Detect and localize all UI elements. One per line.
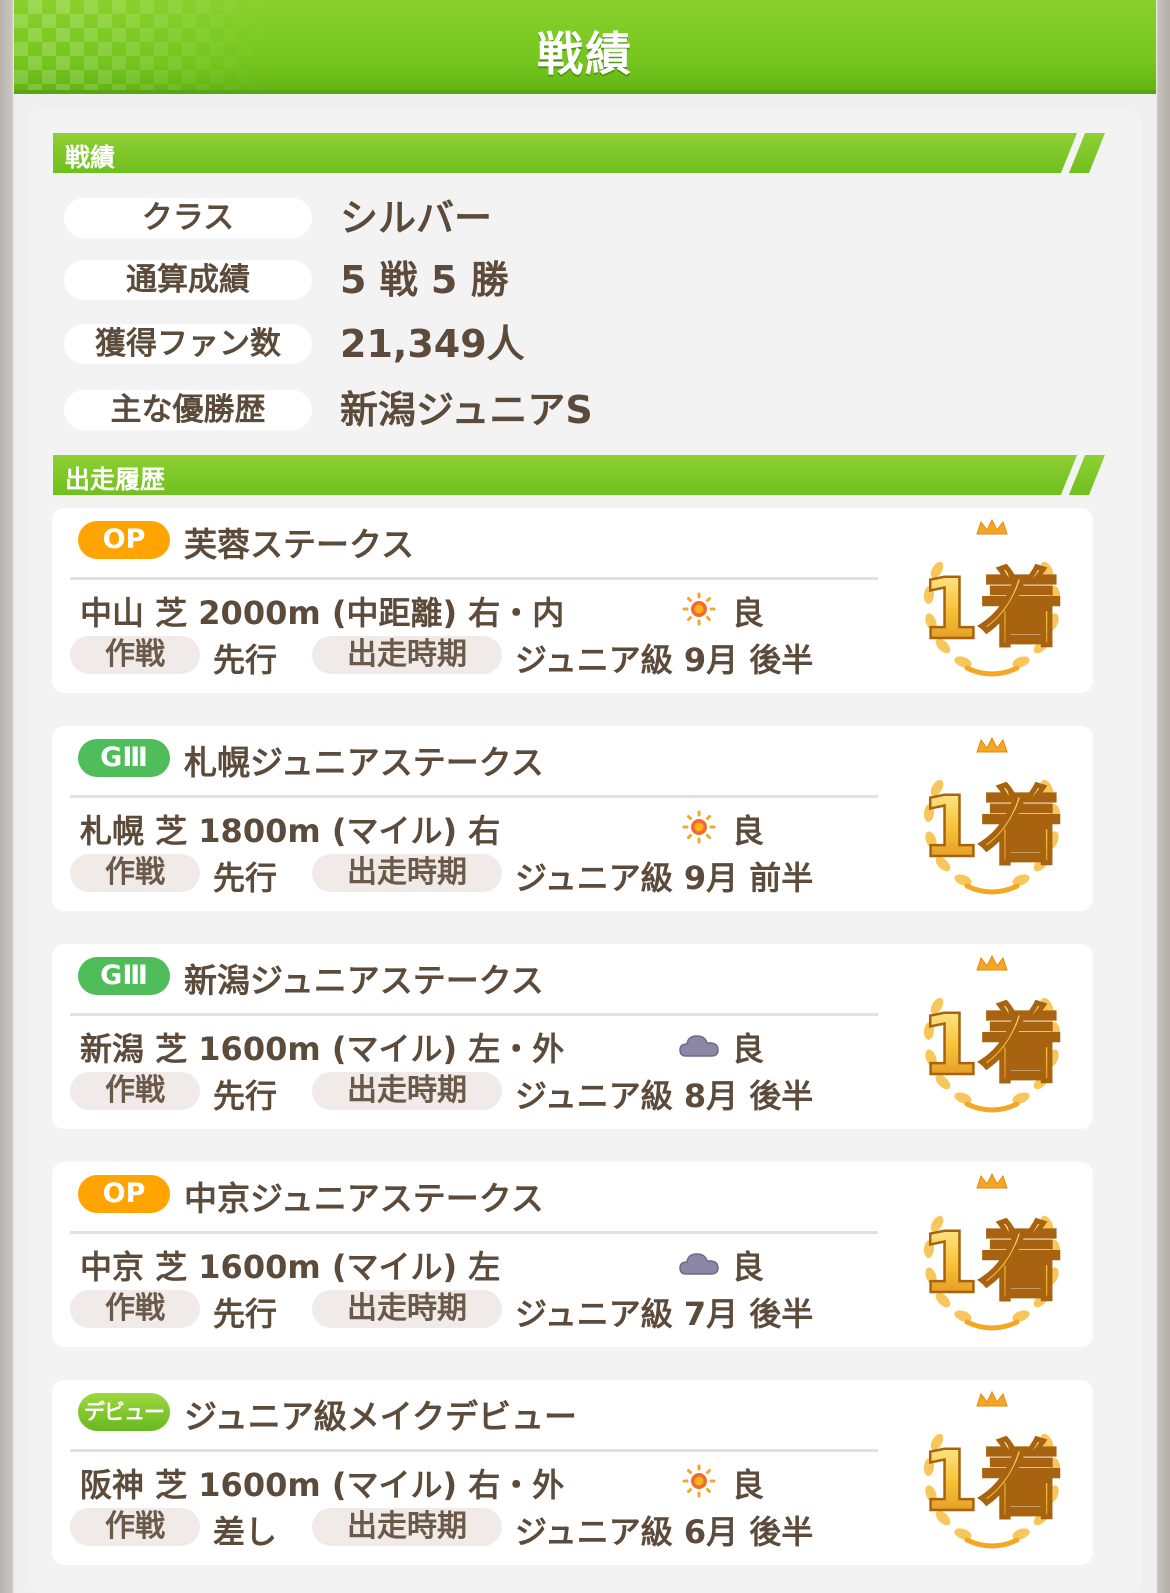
- section-label: 出走履歴: [65, 465, 166, 494]
- ground-condition: 良: [732, 812, 765, 850]
- tactic-label: 作戦: [70, 854, 200, 892]
- first-place-medal-icon: 1着: [920, 954, 1064, 1113]
- divider: [70, 795, 878, 798]
- result-text: 1着: [921, 996, 1063, 1094]
- info-row-main-wins: 主な優勝歴 新潟ジュニアS: [64, 388, 764, 434]
- info-key: 通算成績: [64, 260, 312, 300]
- info-value: シルバー: [340, 196, 493, 240]
- grade-badge: GⅢ: [78, 957, 170, 995]
- period-value: ジュニア級 7月 後半: [515, 1295, 814, 1333]
- period-value: ジュニア級 8月 後半: [515, 1077, 814, 1115]
- ground-condition: 良: [732, 1466, 765, 1504]
- info-row-total-record: 通算成績 5 戦 5 勝: [64, 258, 764, 304]
- first-place-medal-icon: 1着: [920, 1172, 1064, 1331]
- info-value: 21,349人: [340, 322, 525, 366]
- first-place-medal-icon: 1着: [920, 518, 1064, 677]
- period-label: 出走時期: [312, 636, 502, 674]
- period-label: 出走時期: [312, 1290, 502, 1328]
- first-place-medal-icon: 1着: [920, 1390, 1064, 1549]
- info-row-fans: 獲得ファン数 21,349人: [64, 322, 764, 368]
- grade-badge: デビュー: [78, 1393, 170, 1431]
- race-name: 芙蓉ステークス: [184, 525, 415, 564]
- period-value: ジュニア級 9月 前半: [515, 859, 814, 897]
- race-name: ジュニア級メイクデビュー: [184, 1397, 578, 1436]
- cloud-icon: [679, 1035, 719, 1057]
- info-key: 獲得ファン数: [64, 324, 312, 364]
- info-row-class: クラス シルバー: [64, 196, 764, 242]
- course-info: 札幌 芝 1800m (マイル) 右: [80, 812, 501, 850]
- tactic-value: 先行: [213, 859, 278, 897]
- section-label: 戦績: [65, 143, 116, 172]
- title-bar: 戦績: [14, 0, 1156, 94]
- info-key: 主な優勝歴: [64, 390, 312, 430]
- tactic-label: 作戦: [70, 1290, 200, 1328]
- result-text: 1着: [921, 1432, 1063, 1530]
- info-value: 5 戦 5 勝: [340, 258, 509, 302]
- info-value: 新潟ジュニアS: [340, 388, 593, 432]
- ground-condition: 良: [732, 594, 765, 632]
- page-title: 戦績: [537, 27, 633, 81]
- period-value: ジュニア級 6月 後半: [515, 1513, 814, 1551]
- history-section-header: 出走履歴: [53, 455, 1105, 495]
- divider: [70, 577, 878, 580]
- course-info: 中山 芝 2000m (中距離) 右・内: [80, 594, 565, 632]
- sun-icon: [682, 1464, 716, 1498]
- grade-badge: OP: [78, 1175, 170, 1213]
- tactic-label: 作戦: [70, 636, 200, 674]
- race-name: 札幌ジュニアステークス: [184, 743, 544, 782]
- course-info: 阪神 芝 1600m (マイル) 右・外: [80, 1466, 565, 1504]
- info-key: クラス: [64, 198, 312, 238]
- record-section-header: 戦績: [53, 133, 1105, 173]
- course-info: 中京 芝 1600m (マイル) 左: [80, 1248, 501, 1286]
- race-name: 中京ジュニアステークス: [184, 1179, 544, 1218]
- result-text: 1着: [921, 778, 1063, 876]
- course-info: 新潟 芝 1600m (マイル) 左・外: [80, 1030, 565, 1068]
- sun-icon: [682, 810, 716, 844]
- race-name: 新潟ジュニアステークス: [184, 961, 544, 1000]
- period-label: 出走時期: [312, 854, 502, 892]
- race-card[interactable]: GⅢ 新潟ジュニアステークス 新潟 芝 1600m (マイル) 左・外 良 作戦…: [52, 944, 1093, 1129]
- tactic-value: 差し: [213, 1513, 278, 1551]
- race-card[interactable]: GⅢ 札幌ジュニアステークス 札幌 芝 1800m (マイル) 右 良 作戦 先…: [52, 726, 1093, 911]
- race-card[interactable]: デビュー ジュニア級メイクデビュー 阪神 芝 1600m (マイル) 右・外 良…: [52, 1380, 1093, 1565]
- grade-badge: GⅢ: [78, 739, 170, 777]
- first-place-medal-icon: 1着: [920, 736, 1064, 895]
- ground-condition: 良: [732, 1248, 765, 1286]
- cloud-icon: [679, 1253, 719, 1275]
- tactic-value: 先行: [213, 1077, 278, 1115]
- period-label: 出走時期: [312, 1508, 502, 1546]
- period-value: ジュニア級 9月 後半: [515, 641, 814, 679]
- tactic-label: 作戦: [70, 1072, 200, 1110]
- period-label: 出走時期: [312, 1072, 502, 1110]
- tactic-value: 先行: [213, 1295, 278, 1333]
- tactic-value: 先行: [213, 641, 278, 679]
- race-card[interactable]: OP 芙蓉ステークス 中山 芝 2000m (中距離) 右・内 良 作戦 先行 …: [52, 508, 1093, 693]
- result-text: 1着: [921, 1214, 1063, 1312]
- grade-badge: OP: [78, 521, 170, 559]
- tactic-label: 作戦: [70, 1508, 200, 1546]
- divider: [70, 1013, 878, 1016]
- sun-icon: [682, 592, 716, 626]
- divider: [70, 1231, 878, 1234]
- ground-condition: 良: [732, 1030, 765, 1068]
- result-text: 1着: [921, 560, 1063, 658]
- race-card[interactable]: OP 中京ジュニアステークス 中京 芝 1600m (マイル) 左 良 作戦 先…: [52, 1162, 1093, 1347]
- divider: [70, 1449, 878, 1452]
